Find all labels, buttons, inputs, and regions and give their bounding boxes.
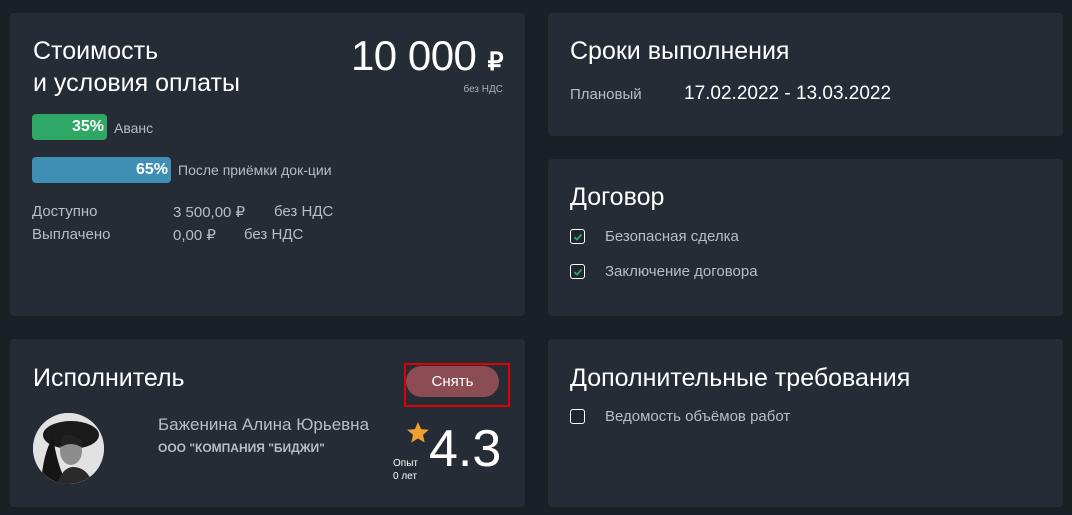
available-vat: без НДС — [274, 203, 334, 220]
cost-card: Стоимость и условия оплаты 10 000 ₽ без … — [10, 13, 525, 316]
price-vat-note: без НДС — [463, 84, 503, 95]
paid-label: Выплачено — [32, 226, 111, 243]
deadlines-card: Сроки выполнения Плановый 17.02.2022 - 1… — [548, 13, 1063, 136]
checkmark-icon — [573, 233, 582, 241]
cost-title-line1: Стоимость — [33, 37, 159, 65]
contract-conclusion-checkbox[interactable] — [570, 264, 585, 279]
star-icon — [407, 422, 429, 443]
planned-dates: 17.02.2022 - 13.03.2022 — [684, 83, 892, 104]
price-total: 10 000 ₽ — [350, 32, 504, 84]
deadlines-title: Сроки выполнения — [570, 37, 790, 65]
available-value: 3 500,00 ₽ — [173, 204, 246, 221]
extra-requirements-title: Дополнительные требования — [570, 364, 911, 392]
paid-value: 0,00 ₽ — [173, 227, 216, 244]
works-statement-label: Ведомость объёмов работ — [605, 408, 791, 425]
avatar[interactable] — [33, 413, 104, 484]
advance-label: Аванс — [114, 120, 154, 136]
price-value: 10 000 — [350, 32, 477, 79]
remove-executor-button[interactable]: Снять — [406, 366, 499, 397]
works-statement-checkbox[interactable] — [570, 409, 585, 424]
safe-deal-label: Безопасная сделка — [605, 228, 739, 245]
contract-conclusion-label: Заключение договора — [605, 263, 758, 280]
executor-card: Исполнитель Снять Баженина Алина Юрьевна… — [10, 339, 525, 507]
available-label: Доступно — [32, 203, 98, 220]
works-statement-option[interactable]: Ведомость объёмов работ — [570, 408, 790, 425]
planned-label: Плановый — [570, 86, 642, 103]
extra-requirements-card: Дополнительные требования Ведомость объё… — [548, 339, 1063, 507]
currency-symbol: ₽ — [487, 48, 504, 76]
contract-card: Договор Безопасная сделка Заключение дог… — [548, 159, 1063, 316]
paid-vat: без НДС — [244, 226, 304, 243]
experience-value: 0 лет — [393, 471, 417, 482]
safe-deal-option[interactable]: Безопасная сделка — [570, 228, 739, 245]
after-acceptance-progress-bar: 65% — [32, 157, 171, 183]
executor-name[interactable]: Баженина Алина Юрьевна — [158, 415, 369, 435]
safe-deal-checkbox[interactable] — [570, 229, 585, 244]
contract-title: Договор — [570, 183, 665, 211]
rating-value: 4.3 — [429, 420, 502, 478]
checkmark-icon — [573, 268, 582, 276]
after-acceptance-label: После приёмки док-ции — [178, 162, 332, 178]
contract-conclusion-option[interactable]: Заключение договора — [570, 263, 758, 280]
executor-title: Исполнитель — [33, 364, 185, 392]
cost-title-line2: и условия оплаты — [33, 69, 240, 97]
executor-company: ООО "КОМПАНИЯ "БИДЖИ" — [158, 441, 325, 455]
advance-progress-bar: 35% — [32, 114, 107, 140]
experience-label: Опыт — [393, 458, 418, 469]
avatar-photo — [33, 413, 104, 484]
